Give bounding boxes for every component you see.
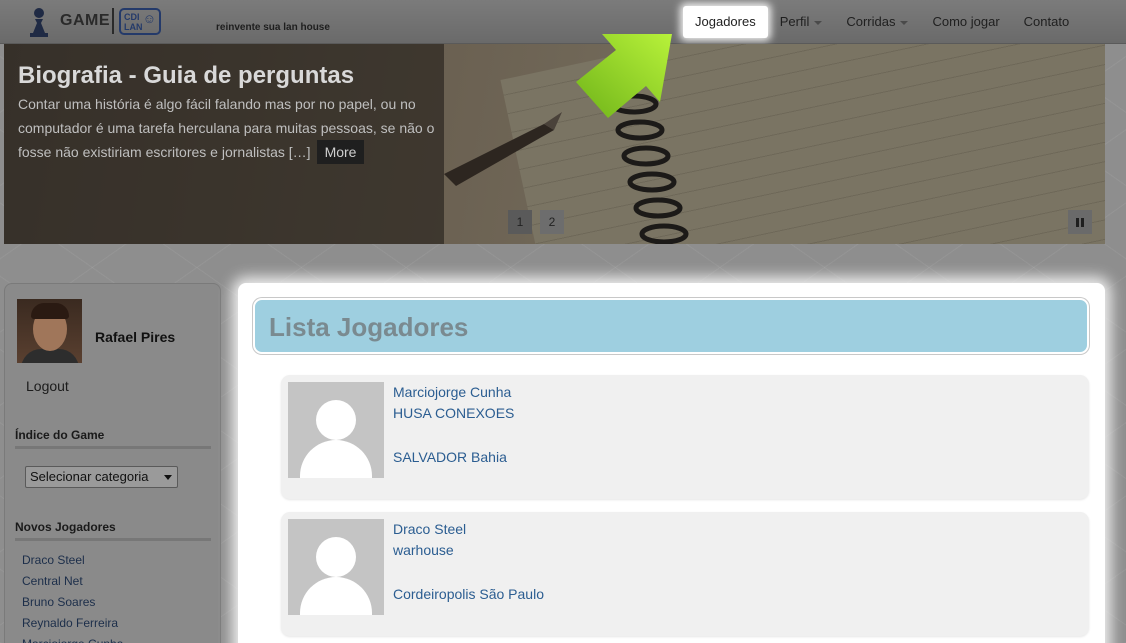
new-players-heading: Novos Jogadores: [15, 520, 116, 534]
nav-item-jogadores[interactable]: Jogadores: [683, 6, 768, 38]
pawn-logo-icon[interactable]: [28, 7, 50, 37]
nav-label: Perfil: [779, 14, 810, 29]
logo-divider: [112, 8, 114, 34]
logout-link[interactable]: Logout: [26, 378, 69, 394]
slide-excerpt: Contar uma história é algo fácil falando…: [18, 92, 438, 164]
avatar-body: [300, 440, 372, 478]
player-card[interactable]: Draco Steel warhouse Cordeiropolis São P…: [281, 512, 1089, 636]
avatar-body: [300, 577, 372, 615]
player-location[interactable]: Cordeiropolis São Paulo: [393, 586, 544, 602]
avatar-head: [316, 400, 356, 440]
nav-label: Contato: [1023, 14, 1070, 29]
smiley-icon: ☺: [142, 11, 156, 26]
user-name[interactable]: Rafael Pires: [95, 329, 175, 345]
index-heading: Índice do Game: [15, 428, 105, 442]
player-name[interactable]: Marciojorge Cunha: [393, 384, 511, 400]
slider-pager: 1 2: [508, 210, 564, 234]
user-avatar[interactable]: [17, 299, 82, 363]
category-select-value: Selecionar categoria: [30, 469, 149, 484]
default-avatar-icon[interactable]: [288, 519, 384, 615]
player-card[interactable]: Marciojorge Cunha HUSA CONEXOES SALVADOR…: [281, 375, 1089, 499]
player-location[interactable]: SALVADOR Bahia: [393, 449, 507, 465]
avatar-shirt: [21, 349, 79, 363]
slide-title[interactable]: Biografia - Guia de perguntas: [18, 62, 354, 90]
list-item[interactable]: Reynaldo Ferreira: [22, 613, 123, 634]
green-arrow-icon: [576, 34, 672, 118]
list-item[interactable]: Central Net: [22, 571, 123, 592]
default-avatar-icon[interactable]: [288, 382, 384, 478]
avatar-hair: [31, 303, 69, 319]
list-item[interactable]: Marciojorge Cunha: [22, 634, 123, 643]
player-house[interactable]: HUSA CONEXOES: [393, 405, 514, 421]
list-item[interactable]: Draco Steel: [22, 550, 123, 571]
avatar-head: [316, 537, 356, 577]
slide-caption: Biografia - Guia de perguntas Contar uma…: [4, 44, 444, 244]
slider-page-1[interactable]: 1: [508, 210, 532, 234]
player-house[interactable]: warhouse: [393, 542, 454, 558]
page-title: Lista Jogadores: [269, 312, 469, 342]
nav-label: Jogadores: [695, 14, 756, 29]
nav-item-contato[interactable]: Contato: [1012, 6, 1082, 38]
nav-item-como-jogar[interactable]: Como jogar: [920, 6, 1011, 38]
top-header: GAME CDI LAN ☺ reinvente sua lan house J…: [0, 0, 1126, 44]
list-item[interactable]: Bruno Soares: [22, 592, 123, 613]
nav-item-corridas[interactable]: Corridas: [834, 6, 920, 38]
nav-label: Como jogar: [932, 14, 1000, 29]
logo-text[interactable]: GAME: [60, 12, 110, 30]
chevron-down-icon: [814, 20, 823, 25]
tagline: reinvente sua lan house: [216, 22, 330, 33]
cdi-lan-logo[interactable]: CDI LAN ☺: [119, 8, 161, 35]
chevron-down-icon: [900, 20, 909, 25]
slider-page-2[interactable]: 2: [540, 210, 564, 234]
main-nav: Jogadores Perfil Corridas Como jogar Con…: [683, 6, 1081, 38]
more-button[interactable]: More: [316, 140, 365, 164]
main-content: Lista Jogadores Marciojorge Cunha HUSA C…: [238, 283, 1105, 643]
nav-item-perfil[interactable]: Perfil: [768, 6, 835, 38]
player-name[interactable]: Draco Steel: [393, 521, 466, 537]
pause-icon[interactable]: [1068, 210, 1092, 234]
divider: [15, 538, 211, 541]
chevron-down-icon: [164, 475, 172, 480]
new-players-list: Draco Steel Central Net Bruno Soares Rey…: [22, 550, 123, 643]
featured-slider[interactable]: Biografia - Guia de perguntas Contar uma…: [4, 44, 1105, 244]
list-title-bar: Lista Jogadores: [253, 298, 1089, 354]
divider: [15, 446, 211, 449]
left-sidebar: Rafael Pires Logout Índice do Game Selec…: [4, 283, 221, 643]
category-select[interactable]: Selecionar categoria: [25, 466, 178, 488]
slide-excerpt-text: Contar uma história é algo fácil falando…: [18, 96, 435, 160]
pen-image: [444, 112, 562, 186]
nav-label: Corridas: [846, 14, 896, 29]
